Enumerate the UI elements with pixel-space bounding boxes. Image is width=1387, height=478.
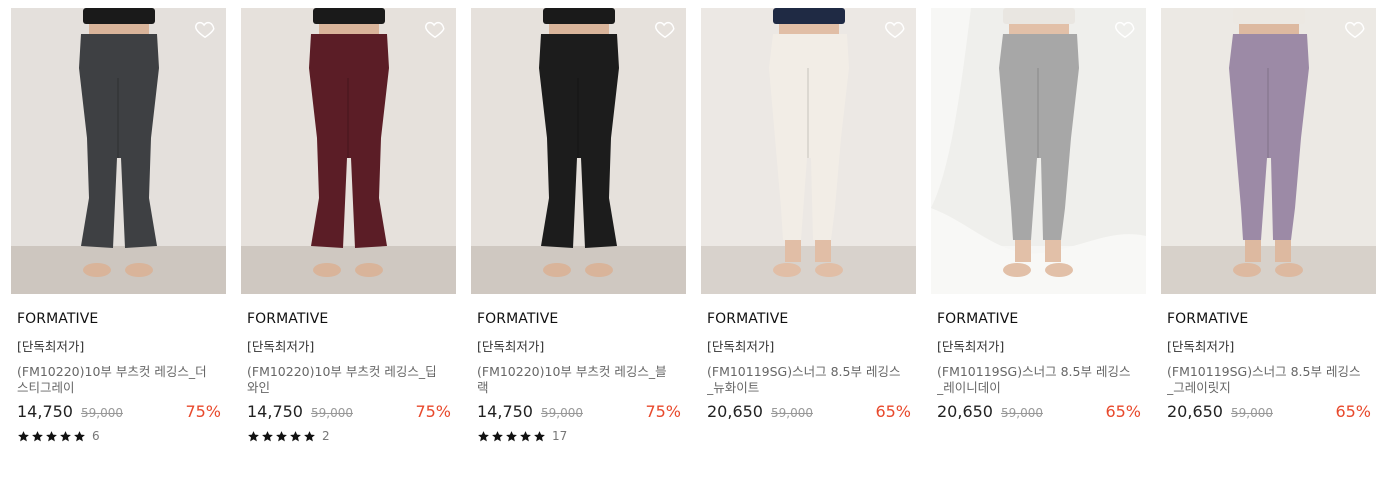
- original-price: 59,000: [310, 406, 353, 420]
- review-count: 6: [92, 429, 100, 443]
- product-card[interactable]: FORMATIVE [단독최저가] (FM10220)10부 부츠컷 레깅스_딥…: [241, 8, 456, 443]
- discount-rate: 65%: [1105, 402, 1141, 421]
- original-price: 59,000: [770, 406, 813, 420]
- product-photo: [241, 8, 456, 294]
- product-brand[interactable]: FORMATIVE: [477, 311, 686, 327]
- product-brand[interactable]: FORMATIVE: [937, 311, 1146, 327]
- product-name[interactable]: (FM10220)10부 부츠컷 레깅스_블랙: [477, 364, 673, 396]
- discount-rate: 75%: [415, 402, 451, 421]
- star-icon: [60, 430, 71, 441]
- product-name[interactable]: (FM10220)10부 부츠컷 레깅스_딥와인: [247, 364, 443, 396]
- product-badge: [단독최저가]: [17, 339, 85, 354]
- star-icon: [18, 430, 29, 441]
- product-brand[interactable]: FORMATIVE: [1167, 311, 1376, 327]
- star-icon: [262, 430, 273, 441]
- product-card[interactable]: FORMATIVE [단독최저가] (FM10220)10부 부츠컷 레깅스_더…: [11, 8, 226, 443]
- product-name[interactable]: (FM10119SG)스너그 8.5부 레깅스_레이니데이: [937, 364, 1133, 396]
- discount-rate: 75%: [185, 402, 221, 421]
- star-icon: [506, 430, 517, 441]
- star-icon: [520, 430, 531, 441]
- product-image[interactable]: [931, 8, 1146, 294]
- sale-price: 14,750: [17, 402, 73, 421]
- product-name[interactable]: (FM10119SG)스너그 8.5부 레깅스_그레이릿지: [1167, 364, 1363, 396]
- star-icon: [534, 430, 545, 441]
- product-badge: [단독최저가]: [477, 339, 545, 354]
- product-image[interactable]: [11, 8, 226, 294]
- product-name[interactable]: (FM10220)10부 부츠컷 레깅스_더스티그레이: [17, 364, 213, 396]
- sale-price: 14,750: [477, 402, 533, 421]
- product-brand[interactable]: FORMATIVE: [17, 311, 226, 327]
- discount-rate: 75%: [645, 402, 681, 421]
- sale-price: 20,650: [1167, 402, 1223, 421]
- star-icon: [478, 430, 489, 441]
- star-icon: [74, 430, 85, 441]
- product-card[interactable]: FORMATIVE [단독최저가] (FM10220)10부 부츠컷 레깅스_블…: [471, 8, 686, 443]
- star-icon: [46, 430, 57, 441]
- product-card[interactable]: FORMATIVE [단독최저가] (FM10119SG)스너그 8.5부 레깅…: [1161, 8, 1376, 443]
- price-row: 14,750 59,000 75%: [477, 402, 681, 421]
- discount-rate: 65%: [1335, 402, 1371, 421]
- product-photo: [11, 8, 226, 294]
- star-icon: [290, 430, 301, 441]
- product-badge: [단독최저가]: [1167, 339, 1235, 354]
- star-rating: [17, 430, 86, 443]
- price-row: 14,750 59,000 75%: [17, 402, 221, 421]
- price-row: 20,650 59,000 65%: [937, 402, 1141, 421]
- original-price: 59,000: [1230, 406, 1273, 420]
- star-icon: [248, 430, 259, 441]
- rating: 6: [17, 429, 226, 443]
- product-brand[interactable]: FORMATIVE: [707, 311, 916, 327]
- product-badge: [단독최저가]: [707, 339, 775, 354]
- review-count: 17: [552, 429, 568, 443]
- product-image[interactable]: [701, 8, 916, 294]
- product-photo: [1161, 8, 1376, 294]
- star-icon: [276, 430, 287, 441]
- star-icon: [304, 430, 315, 441]
- product-grid: FORMATIVE [단독최저가] (FM10220)10부 부츠컷 레깅스_더…: [11, 8, 1376, 443]
- review-count: 2: [322, 429, 330, 443]
- wishlist-heart-icon[interactable]: [424, 18, 446, 40]
- wishlist-heart-icon[interactable]: [194, 18, 216, 40]
- product-brand[interactable]: FORMATIVE: [247, 311, 456, 327]
- sale-price: 14,750: [247, 402, 303, 421]
- product-badge: [단독최저가]: [247, 339, 315, 354]
- original-price: 59,000: [80, 406, 123, 420]
- product-photo: [931, 8, 1146, 294]
- original-price: 59,000: [540, 406, 583, 420]
- rating: 17: [477, 429, 686, 443]
- original-price: 59,000: [1000, 406, 1043, 420]
- product-image[interactable]: [1161, 8, 1376, 294]
- sale-price: 20,650: [937, 402, 993, 421]
- discount-rate: 65%: [875, 402, 911, 421]
- star-rating: [247, 430, 316, 443]
- wishlist-heart-icon[interactable]: [1114, 18, 1136, 40]
- price-row: 20,650 59,000 65%: [1167, 402, 1371, 421]
- product-name[interactable]: (FM10119SG)스너그 8.5부 레깅스_뉴화이트: [707, 364, 903, 396]
- product-card[interactable]: FORMATIVE [단독최저가] (FM10119SG)스너그 8.5부 레깅…: [701, 8, 916, 443]
- wishlist-heart-icon[interactable]: [884, 18, 906, 40]
- star-rating: [477, 430, 546, 443]
- star-icon: [492, 430, 503, 441]
- product-image[interactable]: [471, 8, 686, 294]
- star-icon: [32, 430, 43, 441]
- rating: 2: [247, 429, 456, 443]
- product-image[interactable]: [241, 8, 456, 294]
- sale-price: 20,650: [707, 402, 763, 421]
- price-row: 14,750 59,000 75%: [247, 402, 451, 421]
- wishlist-heart-icon[interactable]: [1344, 18, 1366, 40]
- product-badge: [단독최저가]: [937, 339, 1005, 354]
- wishlist-heart-icon[interactable]: [654, 18, 676, 40]
- price-row: 20,650 59,000 65%: [707, 402, 911, 421]
- product-photo: [471, 8, 686, 294]
- product-card[interactable]: FORMATIVE [단독최저가] (FM10119SG)스너그 8.5부 레깅…: [931, 8, 1146, 443]
- product-photo: [701, 8, 916, 294]
